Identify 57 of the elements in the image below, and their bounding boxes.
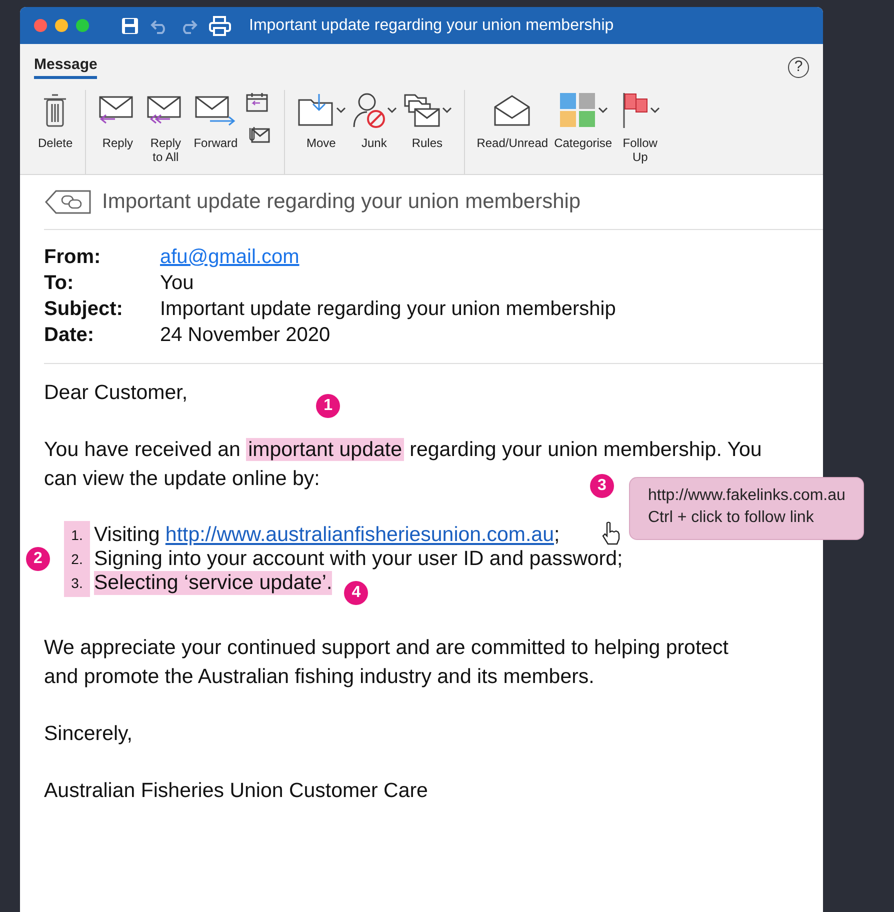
signoff-text: Sincerely, <box>44 721 132 747</box>
trash-icon <box>42 92 68 128</box>
caret-icon <box>442 106 452 114</box>
save-icon[interactable] <box>121 16 139 34</box>
hand-cursor-icon <box>601 521 621 545</box>
ribbon-button[interactable]: Delete <box>36 90 75 174</box>
header-label: From: <box>44 246 102 269</box>
link[interactable]: http://www.australianfisheriesunion.com.au <box>165 523 554 546</box>
callout-badge: 2 <box>26 547 50 571</box>
ribbon-button[interactable]: Read/Unread <box>474 90 550 174</box>
tooltip-hint: Ctrl + click to follow link <box>648 508 815 528</box>
color-squares-icon <box>558 92 597 128</box>
ribbon-button[interactable]: Categorise <box>552 90 614 174</box>
flag-icon <box>620 91 649 129</box>
window-title: Important update regarding your union membership <box>249 16 614 34</box>
list-number: 3. <box>71 574 83 593</box>
caret-icon <box>598 106 608 114</box>
sender-link[interactable]: afu@gmail.com <box>160 246 300 269</box>
caret-icon <box>650 106 660 114</box>
caret-icon <box>386 106 397 114</box>
header-value: 24 November 2020 <box>160 324 332 347</box>
folder-arrow-icon <box>296 92 335 128</box>
window-control-icon[interactable] <box>76 19 89 32</box>
ribbon-button[interactable]: Reply to All <box>142 90 190 174</box>
ribbon-button[interactable]: Rules <box>400 90 454 174</box>
signature-text: Australian Fisheries Union Customer Care <box>44 778 428 804</box>
help-button[interactable]: ? <box>788 56 809 78</box>
conversation-tag-icon <box>44 189 92 215</box>
tooltip-url: http://www.fakelinks.com.au <box>648 486 846 506</box>
window-control-icon[interactable] <box>55 19 68 32</box>
list-item-text: Visiting http://www.australianfisheriesunion.com.au; <box>94 523 560 547</box>
list-item-text: Signing into your account with your user ID and password; <box>94 547 623 571</box>
header-value: Important update regarding your union membership <box>160 298 617 321</box>
tab[interactable]: Message <box>34 56 98 78</box>
header-label: To: <box>44 272 75 295</box>
header-value: You <box>160 272 195 295</box>
callout-badge: 3 <box>590 474 614 498</box>
header-label: Date: <box>44 324 96 347</box>
greeting-text: Dear Customer, <box>44 380 188 406</box>
list-number: 2. <box>71 550 83 569</box>
body-paragraph: We appreciate your continued support and are committed to helping protect and promote the Australian fishing industry and its members. <box>44 635 730 690</box>
ribbon-button[interactable]: Forward <box>192 90 240 174</box>
ribbon-button[interactable]: Reply <box>96 90 140 174</box>
callout-badge: 1 <box>316 394 340 418</box>
window-control-icon[interactable] <box>34 19 47 32</box>
header-label: Subject: <box>44 298 124 321</box>
message-subject: Important update regarding your union membership <box>102 190 581 214</box>
list-number: 1. <box>71 526 83 545</box>
callout-badge: 4 <box>344 581 368 605</box>
ribbon-button[interactable]: Junk <box>350 90 399 174</box>
calendar-icon[interactable] <box>246 92 268 112</box>
ribbon-button[interactable]: Move <box>294 90 348 174</box>
ribbon-button[interactable]: Follow Up <box>616 90 664 174</box>
open-envelope-icon <box>492 93 532 127</box>
blocked-person-icon <box>352 91 386 129</box>
print-icon[interactable] <box>209 16 231 36</box>
caret-icon <box>336 106 346 114</box>
